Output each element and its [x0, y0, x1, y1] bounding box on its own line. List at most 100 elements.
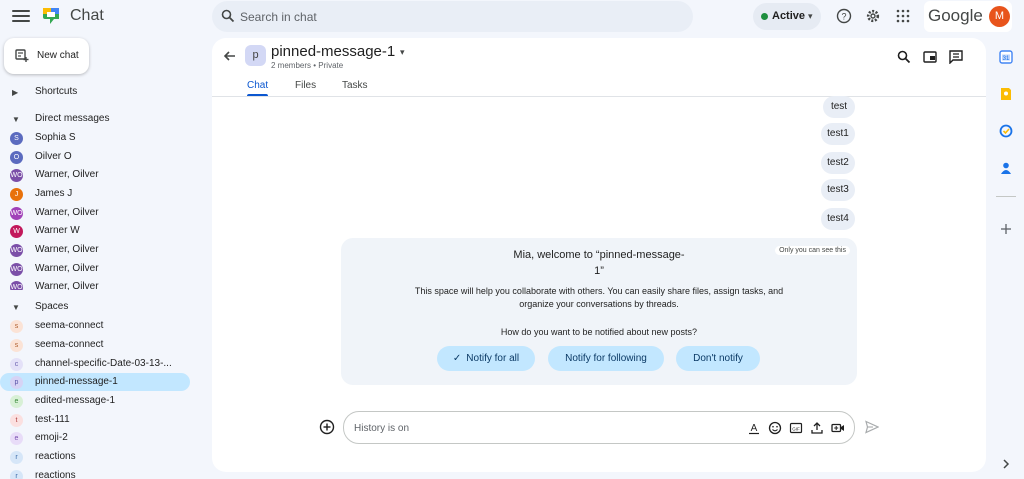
chevron-down-icon: ▾ [808, 11, 813, 21]
dm-item[interactable]: S Sophia S [0, 129, 190, 147]
apps-grid-icon[interactable] [895, 8, 911, 24]
search-bar[interactable] [212, 1, 693, 32]
chevron-right-icon[interactable] [999, 457, 1013, 471]
section-shortcuts[interactable]: ▶ Shortcuts [0, 84, 200, 102]
chevron-down-icon: ▼ [12, 115, 20, 124]
avatar: r [10, 470, 23, 479]
notification-question: How do you want to be notified about new… [500, 327, 698, 337]
threads-icon[interactable] [949, 50, 963, 64]
dont-notify-button[interactable]: Don't notify [676, 346, 760, 371]
google-logo: Google [928, 6, 983, 25]
members-count[interactable]: 2 members [271, 61, 311, 70]
notify-all-button[interactable]: ✓ Notify for all [437, 346, 535, 371]
new-chat-label: New chat [37, 50, 79, 61]
message-bubble[interactable]: test [823, 96, 855, 118]
gear-icon[interactable] [865, 8, 881, 24]
space-item[interactable]: s seema-connect [0, 336, 190, 354]
tab-chat[interactable]: Chat [247, 80, 268, 91]
section-direct-messages[interactable]: ▼ Direct messages [0, 111, 200, 129]
emoji-icon[interactable] [768, 421, 782, 435]
message-bubble[interactable]: test3 [821, 179, 855, 201]
section-spaces[interactable]: ▼ Spaces [0, 299, 200, 317]
tasks-icon[interactable] [999, 124, 1013, 138]
space-item[interactable]: s seema-connect [0, 317, 190, 335]
calendar-icon[interactable]: 31 [999, 50, 1013, 64]
avatar: WO [10, 263, 23, 276]
status-selector[interactable]: Active ▾ [753, 3, 821, 30]
send-icon[interactable] [865, 420, 879, 434]
dm-item[interactable]: W Warner W [0, 222, 190, 240]
avatar: J [10, 188, 23, 201]
space-item-selected[interactable]: p pinned-message-1 [0, 373, 190, 391]
avatar: WO [10, 281, 23, 290]
message-bubble[interactable]: test4 [821, 208, 855, 230]
gif-icon[interactable]: GIF [789, 421, 803, 435]
message-bubble[interactable]: test1 [821, 123, 855, 145]
welcome-title-line: Mia, welcome to “pinned-message- [513, 249, 685, 261]
avatar: c [10, 358, 23, 371]
account-box[interactable]: Google M [924, 1, 1012, 32]
svg-text:A: A [751, 423, 758, 434]
section-label: Direct messages [35, 113, 110, 124]
search-input[interactable] [240, 7, 660, 27]
space-label: pinned-message-1 [35, 376, 118, 387]
section-label: Shortcuts [35, 86, 78, 97]
picture-in-picture-icon[interactable] [923, 50, 937, 64]
space-item[interactable]: r reactions [0, 467, 190, 479]
dm-item[interactable]: WO Warner, Oilver [0, 166, 190, 184]
space-avatar: p [245, 45, 266, 66]
button-label: Notify for following [565, 353, 647, 364]
button-label: Notify for all [466, 353, 520, 364]
video-meeting-icon[interactable] [831, 421, 845, 435]
chat-logo-icon [43, 8, 59, 24]
avatar: S [10, 132, 23, 145]
space-item[interactable]: e edited-message-1 [0, 392, 190, 410]
space-title[interactable]: pinned-message-1 [271, 43, 395, 60]
new-chat-icon [15, 49, 29, 62]
dm-label: Oilver O [35, 151, 72, 162]
dm-item[interactable]: WO Warner, Oilver [0, 260, 190, 278]
search-icon[interactable] [897, 50, 911, 64]
avatar: e [10, 395, 23, 408]
svg-text:31: 31 [1003, 56, 1010, 62]
dm-item[interactable]: WO Warner, Oilver [0, 204, 190, 222]
chevron-down-icon[interactable]: ▾ [400, 47, 405, 58]
avatar: s [10, 339, 23, 352]
account-avatar[interactable]: M [989, 6, 1010, 27]
avatar: O [10, 151, 23, 164]
tab-files[interactable]: Files [295, 80, 316, 91]
space-item[interactable]: t test-111 [0, 411, 190, 429]
add-circle-icon[interactable] [319, 419, 335, 435]
help-icon[interactable]: ? [836, 8, 852, 24]
keep-icon[interactable] [999, 87, 1013, 101]
main-menu-icon[interactable] [12, 8, 30, 24]
space-item[interactable]: r reactions [0, 448, 190, 466]
message-composer[interactable]: A GIF [343, 411, 855, 444]
welcome-body-line: This space will help you collaborate wit… [414, 286, 784, 296]
new-chat-button[interactable]: New chat [4, 38, 89, 74]
tab-tasks[interactable]: Tasks [342, 80, 368, 91]
notify-following-button[interactable]: Notify for following [548, 346, 664, 371]
conversation-panel: p pinned-message-1 ▾ 2 members • Private… [212, 38, 986, 472]
space-item[interactable]: e emoji-2 [0, 429, 190, 447]
dm-item[interactable]: WO Warner, Oilver [0, 278, 190, 290]
text-format-icon[interactable]: A [747, 421, 761, 435]
contacts-icon[interactable] [999, 161, 1013, 175]
avatar: s [10, 320, 23, 333]
add-icon[interactable] [999, 222, 1013, 236]
dm-label: Warner W [35, 225, 80, 236]
upload-icon[interactable] [810, 421, 824, 435]
space-item[interactable]: c channel-specific-Date-03-13-... [0, 355, 190, 373]
message-input[interactable] [354, 420, 734, 436]
dm-item[interactable]: O Oilver O [0, 148, 190, 166]
section-label: Spaces [35, 301, 69, 312]
space-label: test-111 [35, 414, 70, 425]
dm-item[interactable]: J James J [0, 185, 190, 203]
check-icon: ✓ [452, 353, 462, 364]
app-title: Chat [70, 7, 104, 24]
avatar: WO [10, 207, 23, 220]
privacy-label: Private [318, 61, 344, 70]
dm-item[interactable]: WO Warner, Oilver [0, 241, 190, 259]
message-bubble[interactable]: test2 [821, 152, 855, 174]
back-arrow-icon[interactable] [223, 49, 237, 63]
